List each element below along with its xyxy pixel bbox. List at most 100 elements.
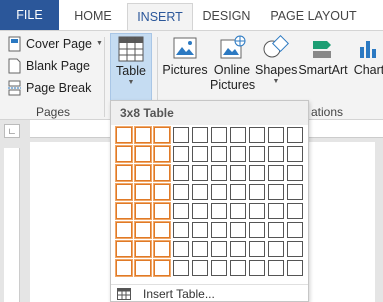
table-grid-cell[interactable]	[287, 146, 303, 162]
table-grid-cell[interactable]	[287, 203, 303, 219]
table-grid-cell[interactable]	[173, 260, 189, 276]
table-size-grid[interactable]	[116, 127, 306, 279]
table-grid-cell[interactable]	[230, 222, 246, 238]
table-grid-cell[interactable]	[230, 260, 246, 276]
table-button[interactable]: Table ▼	[110, 33, 152, 105]
table-grid-cell[interactable]	[268, 260, 284, 276]
table-grid-cell[interactable]	[135, 260, 151, 276]
table-grid-cell[interactable]	[249, 203, 265, 219]
table-grid-cell[interactable]	[268, 222, 284, 238]
table-grid-cell[interactable]	[249, 146, 265, 162]
table-grid-cell[interactable]	[116, 184, 132, 200]
table-grid-cell[interactable]	[173, 203, 189, 219]
table-grid-cell[interactable]	[249, 222, 265, 238]
table-grid-cell[interactable]	[192, 241, 208, 257]
table-grid-cell[interactable]	[154, 241, 170, 257]
table-grid-cell[interactable]	[154, 127, 170, 143]
tab-file[interactable]: FILE	[0, 0, 59, 30]
tab-home[interactable]: HOME	[61, 3, 125, 30]
table-grid-cell[interactable]	[211, 260, 227, 276]
table-grid-cell[interactable]	[135, 127, 151, 143]
tab-design[interactable]: DESIGN	[195, 3, 258, 30]
table-grid-cell[interactable]	[287, 165, 303, 181]
table-grid-cell[interactable]	[211, 203, 227, 219]
table-grid-cell[interactable]	[230, 127, 246, 143]
table-grid-cell[interactable]	[173, 241, 189, 257]
table-grid-cell[interactable]	[268, 165, 284, 181]
chart-button[interactable]: Chart	[352, 33, 383, 105]
table-grid-cell[interactable]	[268, 146, 284, 162]
tab-page-layout[interactable]: PAGE LAYOUT	[261, 3, 366, 30]
cover-page-label: Cover Page	[26, 37, 93, 51]
table-grid-cell[interactable]	[192, 127, 208, 143]
table-grid-cell[interactable]	[135, 184, 151, 200]
table-grid-cell[interactable]	[154, 222, 170, 238]
table-grid-cell[interactable]	[211, 127, 227, 143]
pictures-button[interactable]: Pictures	[160, 33, 210, 105]
table-grid-cell[interactable]	[135, 203, 151, 219]
table-grid-cell[interactable]	[230, 165, 246, 181]
table-grid-cell[interactable]	[211, 222, 227, 238]
table-grid-cell[interactable]	[154, 146, 170, 162]
table-grid-cell[interactable]	[211, 241, 227, 257]
table-grid-cell[interactable]	[192, 222, 208, 238]
table-grid-cell[interactable]	[249, 260, 265, 276]
table-grid-cell[interactable]	[192, 203, 208, 219]
table-grid-cell[interactable]	[173, 165, 189, 181]
table-grid-cell[interactable]	[116, 165, 132, 181]
table-grid-cell[interactable]	[192, 260, 208, 276]
table-grid-cell[interactable]	[287, 184, 303, 200]
table-grid-cell[interactable]	[249, 184, 265, 200]
blank-page-button[interactable]: Blank Page	[8, 55, 90, 77]
table-grid-cell[interactable]	[268, 203, 284, 219]
table-grid-cell[interactable]	[287, 241, 303, 257]
table-grid-cell[interactable]	[287, 260, 303, 276]
cover-page-button[interactable]: Cover Page ▼	[8, 33, 103, 55]
table-grid-cell[interactable]	[249, 165, 265, 181]
table-grid-cell[interactable]	[154, 165, 170, 181]
table-grid-cell[interactable]	[192, 184, 208, 200]
table-grid-cell[interactable]	[135, 241, 151, 257]
table-grid-cell[interactable]	[116, 241, 132, 257]
table-grid-cell[interactable]	[230, 203, 246, 219]
table-grid-cell[interactable]	[268, 184, 284, 200]
smartart-button[interactable]: SmartArt	[297, 33, 349, 105]
table-grid-cell[interactable]	[192, 146, 208, 162]
table-grid-cell[interactable]	[211, 184, 227, 200]
table-grid-cell[interactable]	[135, 146, 151, 162]
table-grid-cell[interactable]	[173, 146, 189, 162]
table-grid-cell[interactable]	[116, 222, 132, 238]
chevron-down-icon: ▼	[127, 79, 135, 86]
page-break-button[interactable]: Page Break	[8, 77, 91, 99]
table-grid-cell[interactable]	[287, 127, 303, 143]
table-grid-cell[interactable]	[116, 260, 132, 276]
tab-stop-selector[interactable]: ∟	[4, 124, 20, 138]
table-grid-cell[interactable]	[173, 222, 189, 238]
tab-insert[interactable]: INSERT	[127, 3, 193, 30]
table-grid-cell[interactable]	[135, 222, 151, 238]
table-grid-cell[interactable]	[192, 165, 208, 181]
insert-table-menu-item[interactable]: Insert Table...	[111, 284, 308, 302]
table-grid-cell[interactable]	[154, 203, 170, 219]
table-grid-cell[interactable]	[135, 165, 151, 181]
table-grid-cell[interactable]	[116, 146, 132, 162]
shapes-button[interactable]: Shapes ▼	[255, 33, 297, 105]
table-icon	[118, 36, 144, 62]
table-grid-cell[interactable]	[268, 241, 284, 257]
table-grid-cell[interactable]	[268, 127, 284, 143]
table-grid-cell[interactable]	[154, 184, 170, 200]
table-grid-cell[interactable]	[230, 184, 246, 200]
table-grid-cell[interactable]	[116, 203, 132, 219]
table-grid-cell[interactable]	[211, 146, 227, 162]
table-grid-cell[interactable]	[249, 127, 265, 143]
table-grid-cell[interactable]	[173, 127, 189, 143]
table-grid-cell[interactable]	[173, 184, 189, 200]
table-grid-cell[interactable]	[230, 146, 246, 162]
table-grid-cell[interactable]	[287, 222, 303, 238]
table-grid-cell[interactable]	[116, 127, 132, 143]
table-grid-cell[interactable]	[249, 241, 265, 257]
table-grid-cell[interactable]	[154, 260, 170, 276]
table-grid-cell[interactable]	[230, 241, 246, 257]
online-pictures-button[interactable]: Online Pictures	[210, 33, 255, 105]
table-grid-cell[interactable]	[211, 165, 227, 181]
